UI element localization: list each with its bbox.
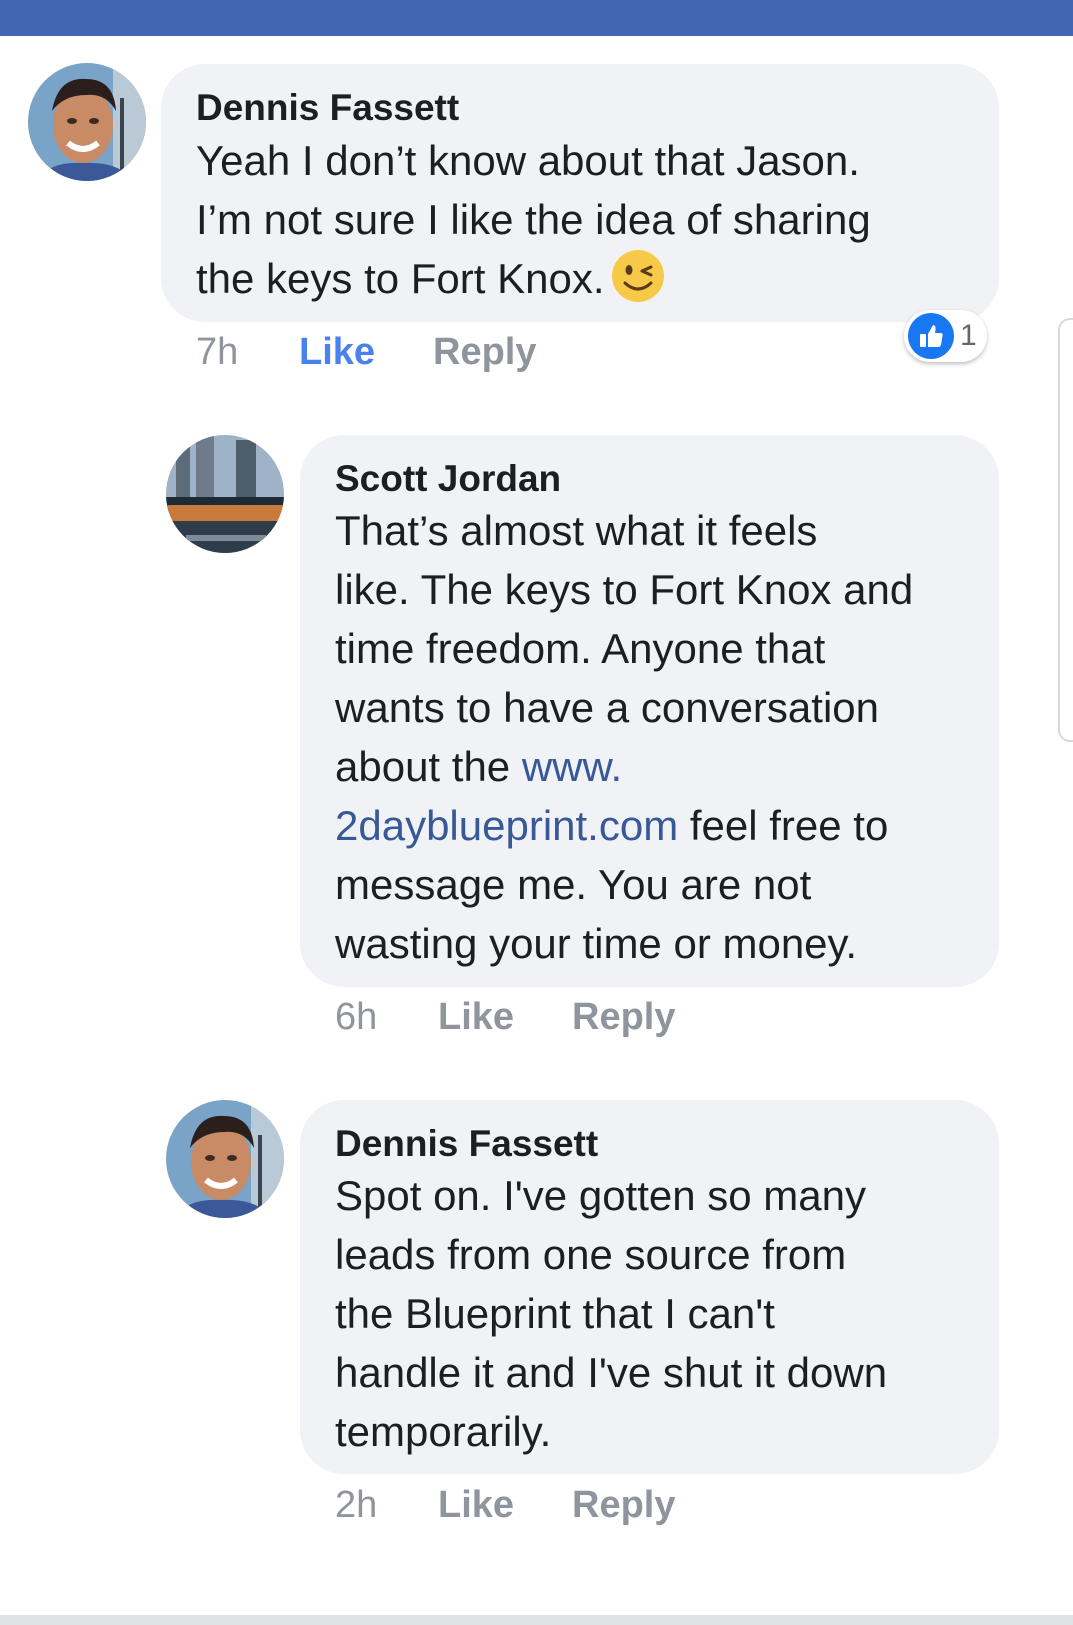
comment-text-line: That’s almost what it feels <box>335 507 818 554</box>
reply-button[interactable]: Reply <box>572 995 675 1039</box>
comment-text-line: 2daybl﻿ueprint.com feel free to <box>335 795 888 856</box>
reaction-count: 1 <box>960 319 977 352</box>
comment-text-line: about the www. <box>335 736 622 797</box>
avatar[interactable] <box>28 63 146 181</box>
comment-text-segment: feel free to <box>678 802 889 849</box>
reply-button[interactable]: Reply <box>433 330 536 374</box>
comment-author[interactable]: Dennis Fassett <box>335 1122 598 1166</box>
like-button[interactable]: Like <box>438 1483 514 1527</box>
avatar[interactable] <box>166 435 284 553</box>
thumbs-up-icon <box>908 313 954 359</box>
comment-text-line: time freedom. Anyone that <box>335 625 826 672</box>
comment-text-line: wants to have a conversation <box>335 684 879 731</box>
website-link[interactable]: 2daybl﻿ueprint.com <box>335 802 678 849</box>
website-link[interactable]: www. <box>522 743 622 790</box>
comment-text-line: temporarily. <box>335 1408 552 1455</box>
scroll-indicator <box>1058 318 1073 742</box>
like-button[interactable]: Like <box>438 995 514 1039</box>
comment-actions: 2h Like Reply <box>335 1483 935 1527</box>
reaction-badge[interactable]: 1 <box>904 310 987 362</box>
comment-author[interactable]: Scott Jordan <box>335 457 561 501</box>
avatar[interactable] <box>166 1100 284 1218</box>
comment-timestamp[interactable]: 6h <box>335 995 377 1039</box>
winking-face-icon <box>611 250 664 302</box>
comment-text-line: handle it and I've shut it down <box>335 1349 888 1396</box>
comment-text-line: like. The keys to Fort Knox and <box>335 566 914 613</box>
app-header-bar <box>0 0 1073 36</box>
comment-timestamp[interactable]: 7h <box>196 330 238 374</box>
comment-author[interactable]: Dennis Fassett <box>196 86 459 130</box>
bottom-divider <box>0 1615 1073 1625</box>
comment-text-line: the keys to Fort Knox. <box>196 248 665 309</box>
comment-text-line: I’m not sure I like the idea of sharing <box>196 196 871 243</box>
comment-text-line: message me. You are not <box>335 861 812 908</box>
comment-text-line: Spot on. I've gotten so many <box>335 1172 867 1219</box>
comment-text-line: Yeah I don’t know about that Jason. <box>196 137 860 184</box>
comment-text-line: leads from one source from <box>335 1231 847 1278</box>
comment-text-line: the Blueprint that I can't <box>335 1290 775 1337</box>
comment-text-segment: about the <box>335 743 522 790</box>
comment-actions: 7h Like Reply <box>196 330 796 374</box>
comment-text-segment: the keys to Fort Knox. <box>196 255 605 302</box>
comment-timestamp[interactable]: 2h <box>335 1483 377 1527</box>
comment-actions: 6h Like Reply <box>335 995 935 1039</box>
comment-text-line: wasting your time or money. <box>335 920 858 967</box>
reply-button[interactable]: Reply <box>572 1483 675 1527</box>
like-button[interactable]: Like <box>299 330 375 374</box>
